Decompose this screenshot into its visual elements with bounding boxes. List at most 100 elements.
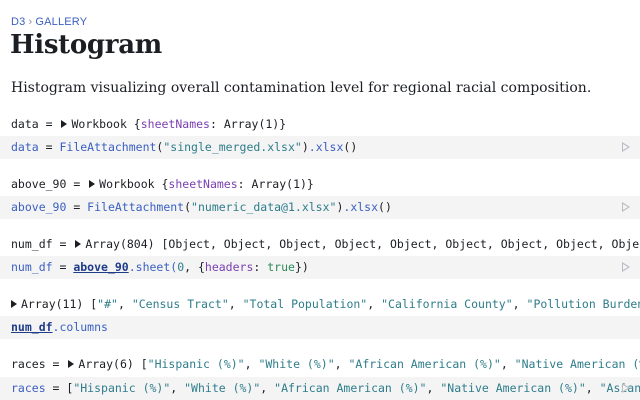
code-var: races bbox=[11, 381, 46, 395]
code-function: FileAttachment bbox=[59, 140, 157, 154]
breadcrumb-root-link[interactable]: D3 bbox=[11, 16, 25, 28]
array-comma: , bbox=[170, 381, 185, 395]
cell-output-above-90: above_90 = Workbook {sheetNames: Array(1… bbox=[0, 177, 640, 195]
breadcrumb: D3 › GALLERY bbox=[11, 16, 87, 28]
output-brace: } bbox=[306, 177, 314, 191]
output-brace: { bbox=[154, 177, 169, 191]
array-comma: , bbox=[244, 357, 259, 371]
code-equals: = bbox=[52, 260, 74, 274]
array-comma: , bbox=[334, 357, 349, 371]
array-comma: , bbox=[426, 381, 441, 395]
play-icon[interactable] bbox=[622, 202, 630, 212]
output-array-preview[interactable]: Array(804) [Object, Object, Object, Obje… bbox=[85, 237, 640, 251]
output-array-preview[interactable]: Array(6) [ bbox=[78, 357, 147, 371]
array-item: "#" bbox=[97, 297, 118, 311]
cell-output-columns: Array(11) ["#", "Census Tract", "Total P… bbox=[0, 297, 640, 315]
array-item: "African American (%)" bbox=[348, 357, 501, 371]
array-comma: , bbox=[367, 297, 382, 311]
code-function: FileAttachment bbox=[87, 200, 185, 214]
output-kind[interactable]: Workbook bbox=[71, 117, 126, 131]
output-key: sheetNames bbox=[168, 177, 238, 191]
output-var-name: above_90 bbox=[11, 177, 67, 191]
disclosure-triangle-icon[interactable] bbox=[75, 240, 82, 248]
code-equals: = bbox=[38, 140, 60, 154]
code-cell-above-90[interactable]: above_90 = FileAttachment("numeric_data@… bbox=[0, 196, 640, 219]
array-comma: , bbox=[117, 297, 132, 311]
array-item: "White (%)" bbox=[258, 357, 335, 371]
cell-output-num-df: num_df = Array(804) [Object, Object, Obj… bbox=[0, 237, 640, 255]
code-cell-num-df[interactable]: num_df = above_90.sheet(0, {headers: tru… bbox=[0, 256, 640, 279]
array-item: "Total Population" bbox=[242, 297, 368, 311]
code-punct: , { bbox=[184, 260, 205, 274]
array-comma: , bbox=[228, 297, 243, 311]
output-value: Array(1) bbox=[223, 117, 280, 131]
disclosure-triangle-icon[interactable] bbox=[11, 300, 17, 308]
output-equals: = bbox=[52, 237, 74, 251]
array-item: "California County" bbox=[381, 297, 513, 311]
code-punct: }) bbox=[294, 260, 309, 274]
output-var-name: data bbox=[11, 117, 39, 131]
code-method: .xlsx bbox=[308, 140, 344, 154]
array-comma: , bbox=[512, 297, 527, 311]
output-brace: { bbox=[126, 117, 141, 131]
code-method: .sheet( bbox=[128, 260, 178, 274]
output-equals: = bbox=[38, 117, 60, 131]
array-item: "Hispanic (%)" bbox=[73, 381, 171, 395]
code-var: num_df bbox=[11, 260, 53, 274]
output-colon: : bbox=[237, 177, 252, 191]
disclosure-triangle-icon[interactable] bbox=[68, 360, 75, 368]
breadcrumb-separator: › bbox=[28, 16, 33, 28]
output-array-preview[interactable]: Array(11) [ bbox=[21, 297, 97, 311]
output-equals: = bbox=[66, 177, 88, 191]
page-title: Histogram bbox=[10, 30, 162, 60]
array-item: "Native American (%)" bbox=[514, 357, 640, 371]
code-var: data bbox=[11, 140, 39, 154]
code-reference-link[interactable]: num_df bbox=[11, 320, 53, 334]
play-icon[interactable] bbox=[622, 262, 630, 272]
array-item: "Asian bbox=[599, 381, 640, 395]
code-call: () bbox=[378, 200, 392, 214]
code-method: .xlsx bbox=[343, 200, 379, 214]
code-key: headers bbox=[204, 260, 254, 274]
array-item: "White (%)" bbox=[184, 381, 261, 395]
output-value: Array(1) bbox=[251, 177, 307, 191]
code-boolean: true bbox=[267, 260, 295, 274]
code-string: "single_merged.xlsx" bbox=[163, 140, 302, 154]
output-var-name: num_df bbox=[11, 237, 53, 251]
page-description: Histogram visualizing overall contaminat… bbox=[11, 80, 592, 96]
code-cell-data[interactable]: data = FileAttachment("single_merged.xls… bbox=[0, 136, 640, 159]
output-kind[interactable]: Workbook bbox=[99, 177, 154, 191]
code-method: .columns bbox=[52, 320, 108, 334]
disclosure-triangle-icon[interactable] bbox=[61, 120, 68, 128]
array-comma: , bbox=[500, 357, 515, 371]
play-icon[interactable] bbox=[622, 383, 630, 393]
code-equals: = [ bbox=[45, 381, 74, 395]
code-reference-link[interactable]: above_90 bbox=[73, 260, 128, 274]
array-item: "Native American (%)" bbox=[440, 381, 586, 395]
array-item: "Census Tract" bbox=[131, 297, 229, 311]
code-cell-races[interactable]: races = ["Hispanic (%)", "White (%)", "A… bbox=[0, 377, 640, 400]
output-key: sheetNames bbox=[140, 117, 210, 131]
cell-output-races: races = Array(6) ["Hispanic (%)", "White… bbox=[0, 357, 640, 375]
notebook-page: D3 › GALLERY Histogram Histogram visualizi… bbox=[0, 0, 640, 400]
output-equals: = bbox=[45, 357, 67, 371]
disclosure-triangle-icon[interactable] bbox=[89, 180, 96, 188]
play-icon[interactable] bbox=[622, 142, 630, 152]
array-item: "Hispanic (%)" bbox=[147, 357, 245, 371]
code-paren: ( bbox=[184, 200, 192, 214]
code-var: above_90 bbox=[11, 200, 67, 214]
code-colon: : bbox=[253, 260, 268, 274]
array-comma: , bbox=[585, 381, 600, 395]
code-cell-columns[interactable]: num_df.columns bbox=[0, 316, 640, 339]
cell-output-data: data = Workbook {sheetNames: Array(1)} bbox=[0, 117, 640, 135]
array-item: "African American (%)" bbox=[274, 381, 427, 395]
output-var-name: races bbox=[11, 357, 46, 371]
code-call: () bbox=[343, 140, 358, 154]
array-comma: , bbox=[260, 381, 275, 395]
output-colon: : bbox=[209, 117, 224, 131]
breadcrumb-current-link[interactable]: GALLERY bbox=[35, 16, 87, 28]
output-brace: } bbox=[279, 117, 287, 131]
code-string: "numeric_data@1.xlsx" bbox=[191, 200, 337, 214]
array-item: "Pollution Burden Pctl bbox=[526, 297, 640, 311]
code-paren: ) bbox=[301, 140, 309, 154]
